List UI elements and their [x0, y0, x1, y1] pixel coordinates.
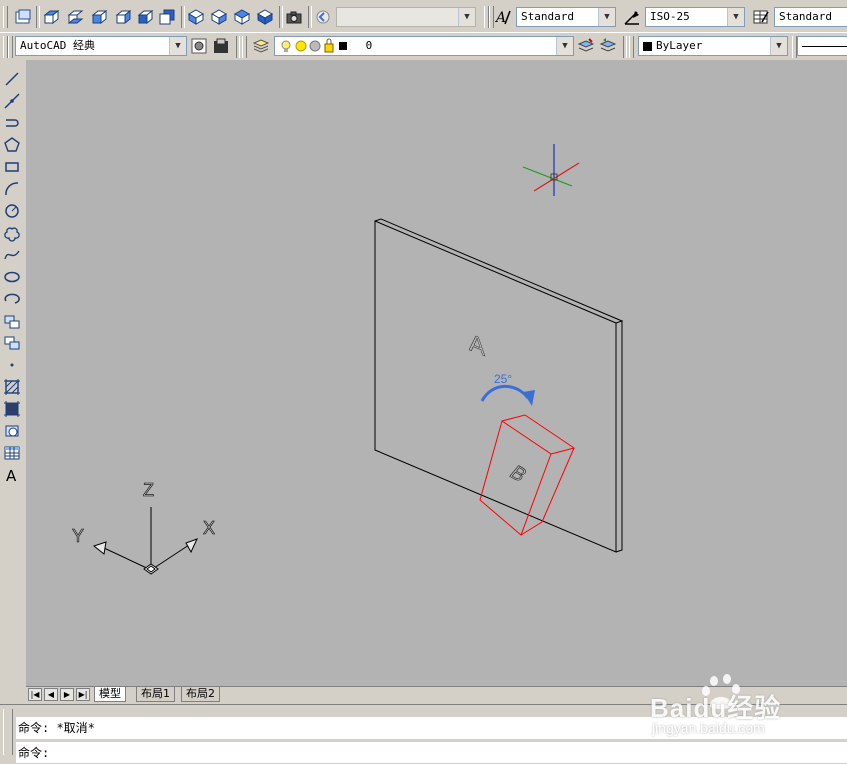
text-style-icon[interactable]: A	[494, 8, 512, 26]
ucs-y-label: Y	[72, 526, 85, 547]
separator	[36, 6, 40, 28]
block-b[interactable]	[479, 414, 576, 536]
gradient-tool-icon[interactable]	[3, 400, 21, 418]
standard-toolbar-row: ▼ A Standard ▼ ISO-25 ▼ Standard	[0, 0, 847, 32]
draw-toolbar: A	[0, 60, 27, 700]
table-style-value: Standard	[779, 10, 832, 23]
layer-previous-icon[interactable]	[599, 37, 617, 55]
color-value: ByLayer	[656, 39, 703, 52]
toolbar-grip[interactable]	[242, 36, 247, 58]
insert-block-tool-icon[interactable]	[3, 312, 21, 330]
table-style-combo[interactable]: Standard	[774, 7, 847, 27]
spline-tool-icon[interactable]	[3, 246, 21, 264]
rotation-arrow	[480, 384, 535, 406]
right-view-icon[interactable]	[114, 8, 132, 26]
ellipse-tool-icon[interactable]	[3, 268, 21, 286]
workspace-save-icon[interactable]	[212, 37, 230, 55]
chevron-down-icon: ▼	[770, 37, 787, 55]
separator	[308, 6, 312, 28]
point-tool-icon[interactable]	[3, 356, 21, 374]
front-view-icon[interactable]	[136, 8, 154, 26]
polyline-tool-icon[interactable]	[3, 114, 21, 132]
workspace-value: AutoCAD 经典	[20, 39, 95, 52]
plate-a-label: A	[469, 328, 486, 363]
back-view-icon[interactable]	[158, 8, 176, 26]
ucs-z-label: Z	[143, 480, 155, 501]
sw-isometric-icon[interactable]	[187, 8, 205, 26]
make-block-tool-icon[interactable]	[3, 334, 21, 352]
construction-line-tool-icon[interactable]	[3, 92, 21, 110]
bottom-view-icon[interactable]	[66, 8, 84, 26]
view-back-icon[interactable]	[314, 8, 332, 26]
color-combo[interactable]: ByLayer ▼	[638, 36, 788, 56]
tab-layout2[interactable]: 布局2	[181, 687, 220, 702]
svg-text:A: A	[6, 467, 17, 484]
viewport-drawing	[92, 144, 624, 575]
toolbar-grip[interactable]	[3, 6, 8, 28]
circle-tool-icon[interactable]	[3, 202, 21, 220]
rectangle-tool-icon[interactable]	[3, 158, 21, 176]
dimension-style-combo[interactable]: ISO-25 ▼	[645, 7, 745, 27]
command-window-grip[interactable]	[3, 709, 13, 755]
ucs-x-label: X	[203, 518, 216, 539]
chevron-down-icon: ▼	[458, 8, 475, 26]
named-view-combo[interactable]: ▼	[336, 7, 476, 27]
toolbar-grip[interactable]	[8, 36, 13, 58]
workspace-settings-icon[interactable]	[190, 37, 208, 55]
ucs-icon	[92, 507, 198, 575]
tab-model[interactable]: 模型	[94, 687, 126, 702]
separator	[181, 6, 185, 28]
multiline-text-tool-icon[interactable]: A	[3, 466, 21, 484]
layer-combo[interactable]: 0 ▼	[274, 36, 574, 56]
chevron-down-icon: ▼	[556, 37, 573, 55]
last-tab-button[interactable]: ▶|	[76, 688, 90, 701]
drawing-viewport[interactable]: A B 25° Z Y X	[26, 60, 847, 686]
svg-text:A: A	[494, 10, 506, 26]
watermark-url: jingyan.baidu.com	[652, 720, 765, 736]
line-tool-icon[interactable]	[3, 70, 21, 88]
tab-layout1[interactable]: 布局1	[136, 687, 175, 702]
linetype-sample	[802, 45, 847, 47]
crosshair-cursor	[522, 144, 580, 196]
chevron-down-icon: ▼	[598, 8, 615, 26]
polygon-tool-icon[interactable]	[3, 136, 21, 154]
se-isometric-icon[interactable]	[210, 8, 228, 26]
table-tool-icon[interactable]	[3, 444, 21, 462]
layer-name: 0	[365, 39, 373, 52]
separator	[279, 6, 283, 28]
view-manager-icon[interactable]	[14, 8, 32, 26]
separator	[236, 36, 240, 58]
dimension-style-value: ISO-25	[650, 10, 690, 23]
text-style-value: Standard	[521, 10, 574, 23]
layer-properties-icon[interactable]	[252, 37, 270, 55]
region-tool-icon[interactable]	[3, 422, 21, 440]
toolbar-grip[interactable]	[629, 36, 634, 58]
next-tab-button[interactable]: ▶	[60, 688, 74, 701]
prev-tab-button[interactable]: ◀	[44, 688, 58, 701]
separator	[623, 36, 627, 58]
nw-isometric-icon[interactable]	[256, 8, 274, 26]
text-style-combo[interactable]: Standard ▼	[516, 7, 616, 27]
left-view-icon[interactable]	[90, 8, 108, 26]
arc-tool-icon[interactable]	[3, 180, 21, 198]
workspace-layer-toolbar-row: AutoCAD 经典 ▼ 0 ▼ ByLayer ▼	[0, 32, 847, 61]
revision-cloud-tool-icon[interactable]	[3, 224, 21, 242]
rotation-angle-label: 25°	[494, 372, 513, 386]
dimension-style-icon[interactable]	[623, 8, 641, 26]
table-style-icon[interactable]	[752, 8, 770, 26]
camera-icon[interactable]	[285, 8, 303, 26]
chevron-down-icon: ▼	[727, 8, 744, 26]
workspace-combo[interactable]: AutoCAD 经典 ▼	[15, 36, 187, 56]
chevron-down-icon: ▼	[169, 37, 186, 55]
ellipse-arc-tool-icon[interactable]	[3, 290, 21, 308]
linetype-combo[interactable]	[797, 36, 847, 56]
ne-isometric-icon[interactable]	[233, 8, 251, 26]
color-swatch	[643, 41, 652, 51]
layer-state-icons	[279, 37, 359, 55]
first-tab-button[interactable]: |◀	[28, 688, 42, 701]
make-object-layer-current-icon[interactable]	[577, 37, 595, 55]
top-view-icon[interactable]	[42, 8, 60, 26]
hatch-tool-icon[interactable]	[3, 378, 21, 396]
